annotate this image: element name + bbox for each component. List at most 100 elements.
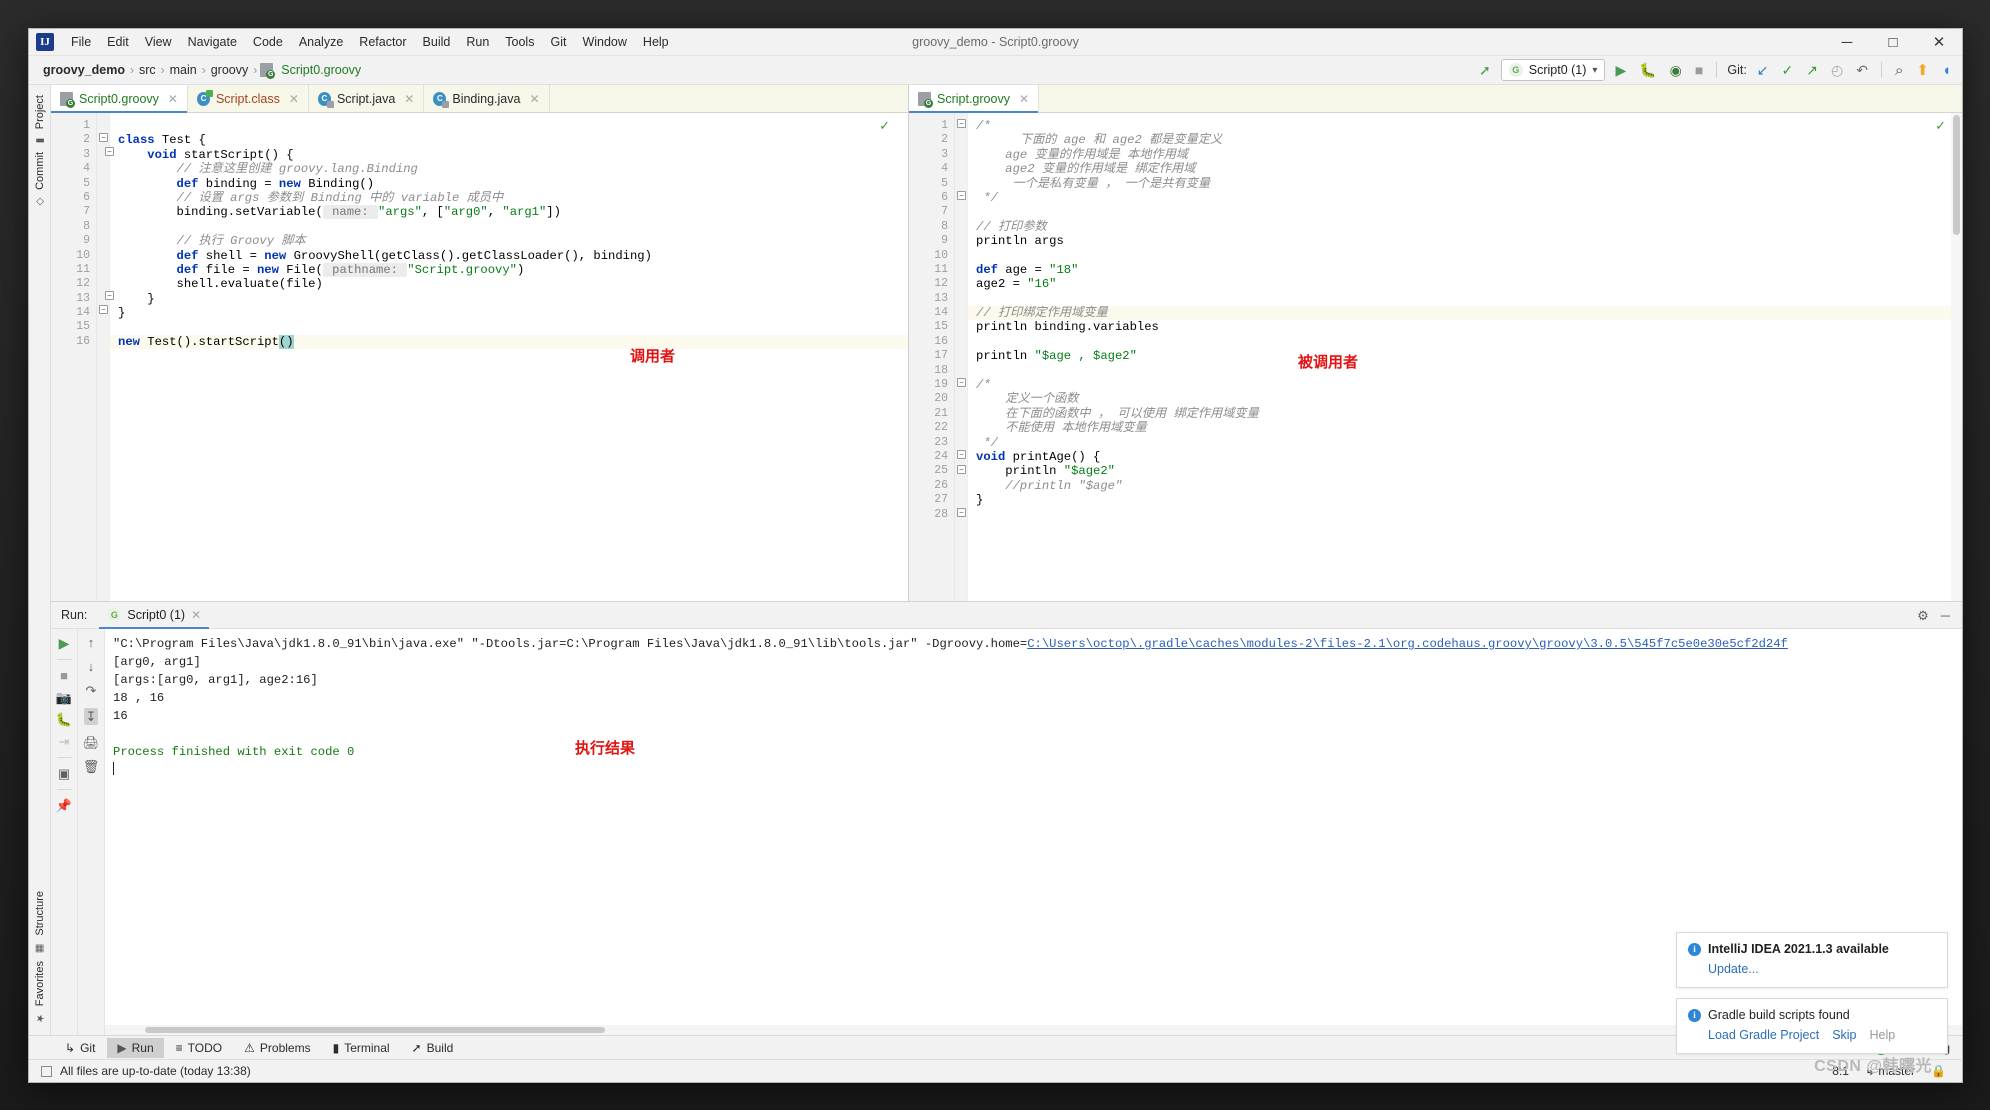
toolwindow-problems[interactable]: ⚠ Problems xyxy=(234,1038,320,1058)
menu-view[interactable]: View xyxy=(138,32,179,52)
git-rollback-icon[interactable]: ↶ xyxy=(1853,63,1871,77)
maximize-button[interactable]: □ xyxy=(1870,29,1916,55)
notification-link-skip[interactable]: Skip xyxy=(1832,1028,1856,1042)
code-line[interactable]: // 注意这里创建 groovy.lang.Binding xyxy=(110,162,908,176)
git-commit-icon[interactable]: ✓ xyxy=(1779,63,1797,77)
menu-git[interactable]: Git xyxy=(543,32,573,52)
menu-refactor[interactable]: Refactor xyxy=(352,32,413,52)
code-line[interactable]: println "$age2" xyxy=(968,464,1962,478)
debug-button[interactable]: 🐛 xyxy=(1636,63,1659,77)
code-line[interactable]: 不能使用 本地作用域变量 xyxy=(968,421,1962,435)
code-line[interactable]: } xyxy=(110,306,908,320)
breadcrumb-groovy[interactable]: groovy xyxy=(207,62,253,78)
scroll-to-end-icon[interactable]: ↧ xyxy=(83,708,99,725)
code-line[interactable]: println "$age , $age2" xyxy=(968,349,1962,363)
code-line[interactable] xyxy=(968,508,1962,522)
code-line[interactable]: // 打印绑定作用域变量 xyxy=(968,306,1962,321)
notification-link-load-gradle[interactable]: Load Gradle Project xyxy=(1708,1028,1819,1042)
toolwindow-terminal[interactable]: ▮ Terminal xyxy=(323,1038,400,1058)
toolwindow-build[interactable]: ➚ Build xyxy=(402,1038,464,1058)
lock-icon[interactable]: 🔒 xyxy=(1931,1064,1946,1078)
close-icon[interactable]: ✕ xyxy=(191,608,201,622)
minimize-button[interactable]: ─ xyxy=(1824,29,1870,55)
run-configuration-selector[interactable]: G Script0 (1) ▾ xyxy=(1500,59,1606,81)
fold-marker[interactable]: − xyxy=(99,305,108,314)
git-update-icon[interactable]: ↙ xyxy=(1754,63,1772,77)
notification-link-help[interactable]: Help xyxy=(1870,1028,1896,1042)
code-line[interactable]: age2 = "16" xyxy=(968,277,1962,291)
code-line[interactable]: def shell = new GroovyShell(getClass().g… xyxy=(110,249,908,263)
fold-marker[interactable]: − xyxy=(957,378,966,387)
scroll-up-icon[interactable]: ↑ xyxy=(88,636,95,649)
menu-window[interactable]: Window xyxy=(575,32,633,52)
rerun-icon[interactable]: ▶ xyxy=(59,636,70,650)
code-line[interactable] xyxy=(968,364,1962,378)
rail-item-commit[interactable]: Commit xyxy=(34,152,46,190)
code-line[interactable]: //println "$age" xyxy=(968,479,1962,493)
minimize-panel-icon[interactable]: ─ xyxy=(1941,609,1950,622)
editor-tab-script-groovy[interactable]: Script.groovy ✕ xyxy=(909,85,1040,113)
menu-edit[interactable]: Edit xyxy=(100,32,136,52)
rail-item-project[interactable]: Project xyxy=(34,95,46,129)
code-line[interactable]: age 变量的作用域是 本地作用域 xyxy=(968,148,1962,162)
git-push-icon[interactable]: ↗ xyxy=(1803,63,1821,77)
run-tab-script0[interactable]: G Script0 (1) ✕ xyxy=(99,602,209,629)
code-line[interactable] xyxy=(110,320,908,334)
pin-icon[interactable]: 📌 xyxy=(56,799,72,812)
code-line[interactable] xyxy=(968,205,1962,219)
code-folding-column-right[interactable]: − − − − − − xyxy=(955,113,968,601)
groovy-home-link[interactable]: C:\Users\octop\.gradle\caches\modules-2\… xyxy=(1027,637,1788,651)
code-line[interactable]: 一个是私有变量 ， 一个是共有变量 xyxy=(968,177,1962,191)
notification-link-update[interactable]: Update... xyxy=(1708,962,1759,976)
toolwindow-run[interactable]: ▶ Run xyxy=(107,1037,164,1058)
fold-marker[interactable]: − xyxy=(99,133,108,142)
scrollbar-thumb[interactable] xyxy=(145,1027,605,1033)
breadcrumb-file[interactable]: Script0.groovy xyxy=(277,62,365,78)
close-icon[interactable]: ✕ xyxy=(289,92,299,106)
code-line[interactable]: // 执行 Groovy 脚本 xyxy=(110,234,908,248)
code-line[interactable]: } xyxy=(110,292,908,306)
menu-navigate[interactable]: Navigate xyxy=(181,32,244,52)
menu-run[interactable]: Run xyxy=(459,32,496,52)
toolwindow-todo[interactable]: ≡ TODO xyxy=(166,1038,232,1058)
fold-marker[interactable]: − xyxy=(957,450,966,459)
search-icon[interactable]: ⌕ xyxy=(1892,63,1906,78)
code-line[interactable]: age2 变量的作用域是 绑定作用域 xyxy=(968,162,1962,176)
notification-gradle-scripts[interactable]: i Gradle build scripts found Load Gradle… xyxy=(1676,998,1948,1054)
menu-help[interactable]: Help xyxy=(636,32,676,52)
rail-item-structure[interactable]: Structure xyxy=(34,891,46,936)
editor-vertical-scrollbar[interactable] xyxy=(1951,113,1962,601)
toolwindow-git[interactable]: ↳ Git xyxy=(55,1038,105,1058)
code-line[interactable] xyxy=(968,292,1962,306)
breadcrumb-src[interactable]: src xyxy=(135,62,160,78)
gear-icon[interactable]: ⚙ xyxy=(1917,609,1929,622)
code-line[interactable]: 在下面的函数中 ， 可以使用 绑定作用域变量 xyxy=(968,407,1962,421)
code-line[interactable]: /* xyxy=(968,119,1962,133)
layout-icon[interactable]: ▣ xyxy=(58,767,70,780)
rail-item-favorites[interactable]: Favorites xyxy=(34,961,46,1006)
code-line[interactable]: */ xyxy=(968,191,1962,205)
code-folding-column-left[interactable]: − − − − xyxy=(97,113,114,601)
print-icon[interactable]: 🖨 xyxy=(83,736,100,749)
close-icon[interactable]: ✕ xyxy=(404,92,414,106)
close-icon[interactable]: ✕ xyxy=(1019,92,1029,106)
code-line[interactable]: binding.setVariable( name: "args", ["arg… xyxy=(110,205,908,220)
update-arrow-icon[interactable]: ⬆ xyxy=(1913,63,1932,78)
code-line[interactable]: println binding.variables xyxy=(968,320,1962,334)
fold-marker[interactable]: − xyxy=(957,508,966,517)
inspection-status-icon[interactable]: ✓ xyxy=(1935,118,1946,134)
trash-icon[interactable]: 🗑 xyxy=(83,760,100,773)
menu-tools[interactable]: Tools xyxy=(498,32,541,52)
code-line[interactable]: /* xyxy=(968,378,1962,392)
code-line[interactable] xyxy=(968,335,1962,349)
breadcrumb-project[interactable]: groovy_demo xyxy=(39,62,129,78)
menu-code[interactable]: Code xyxy=(246,32,290,52)
menu-file[interactable]: File xyxy=(64,32,98,52)
code-line[interactable]: // 打印参数 xyxy=(968,220,1962,234)
run-with-coverage-button[interactable]: ◉ xyxy=(1667,63,1685,77)
code-line[interactable] xyxy=(110,119,908,133)
code-line[interactable]: void startScript() { xyxy=(110,148,908,162)
debug-attach-icon[interactable]: 🐛 xyxy=(56,713,72,726)
editor-tab-script0-groovy[interactable]: Script0.groovy ✕ xyxy=(51,85,188,113)
code-line[interactable]: void printAge() { xyxy=(968,450,1962,464)
